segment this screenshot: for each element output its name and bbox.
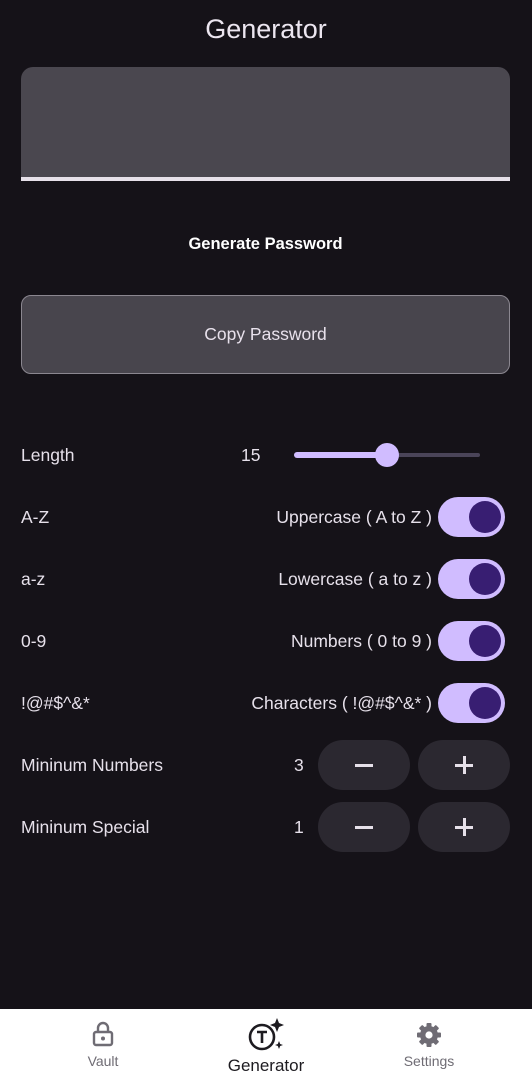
gear-icon	[416, 1022, 442, 1053]
lock-icon	[91, 1021, 115, 1052]
nav-item-generator[interactable]: Generator	[216, 1009, 316, 1080]
page-title: Generator	[205, 14, 327, 44]
lowercase-switch[interactable]	[438, 559, 505, 599]
plus-icon	[418, 740, 510, 790]
minus-icon	[318, 802, 410, 852]
lowercase-description: Lowercase ( a to z )	[278, 569, 432, 589]
plus-icon	[418, 802, 510, 852]
min-numbers-label: Mininum Numbers	[21, 755, 163, 775]
switch-knob	[469, 625, 501, 657]
characters-label: !@#$^&*	[21, 693, 90, 713]
switch-knob	[469, 687, 501, 719]
min-numbers-increment-button[interactable]	[418, 740, 510, 790]
minus-icon	[318, 740, 410, 790]
numbers-label: 0-9	[21, 631, 47, 651]
bottom-navigation-bar: Vault Generator Settings	[0, 1009, 532, 1080]
characters-description: Characters ( !@#$^&* )	[251, 693, 432, 713]
min-special-value: 1	[294, 817, 304, 837]
generate-password-button[interactable]: Generate Password	[21, 228, 510, 260]
length-label: Length	[21, 445, 75, 465]
password-field-underline	[21, 177, 510, 181]
slider-active-track	[294, 452, 387, 458]
copy-password-button[interactable]: Copy Password	[21, 295, 510, 374]
nav-label-settings: Settings	[403, 1053, 455, 1069]
nav-label-vault: Vault	[87, 1053, 119, 1069]
nav-item-vault[interactable]: Vault	[63, 1009, 143, 1080]
length-value: 15	[241, 445, 261, 465]
switch-knob	[469, 563, 501, 595]
switch-knob	[469, 501, 501, 533]
length-slider[interactable]	[294, 443, 480, 467]
uppercase-label: A-Z	[21, 507, 50, 527]
generator-icon	[246, 1017, 286, 1058]
numbers-switch[interactable]	[438, 621, 505, 661]
min-special-decrement-button[interactable]	[318, 802, 410, 852]
numbers-description: Numbers ( 0 to 9 )	[290, 631, 432, 651]
min-numbers-value: 3	[294, 755, 304, 775]
uppercase-description: Uppercase ( A to Z )	[276, 507, 432, 527]
min-special-increment-button[interactable]	[418, 802, 510, 852]
characters-switch[interactable]	[438, 683, 505, 723]
min-special-label: Mininum Special	[21, 817, 150, 837]
lowercase-label: a-z	[21, 569, 46, 589]
generator-screen: Generator Generate Password Copy Passwor…	[0, 0, 532, 1080]
uppercase-switch[interactable]	[438, 497, 505, 537]
nav-item-settings[interactable]: Settings	[389, 1009, 469, 1080]
min-numbers-decrement-button[interactable]	[318, 740, 410, 790]
nav-label-generator: Generator	[227, 1056, 305, 1075]
password-output-field[interactable]	[21, 67, 510, 178]
slider-thumb[interactable]	[375, 443, 399, 467]
